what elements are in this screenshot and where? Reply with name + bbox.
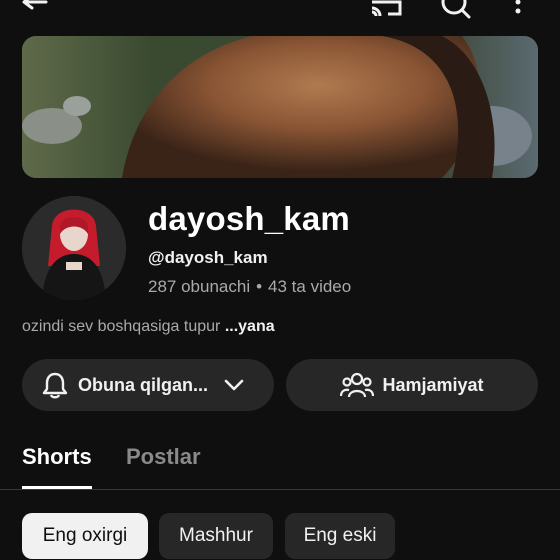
channel-stats: 287 obunachi • 43 ta video [148, 277, 351, 297]
channel-handle: @dayosh_kam [148, 248, 268, 267]
filter-chip-latest[interactable]: Eng oxirgi [22, 513, 148, 559]
back-arrow-icon[interactable] [20, 0, 48, 16]
filter-chip-oldest[interactable]: Eng eski [285, 513, 395, 559]
subscribed-button[interactable]: Obuna qilgan... [22, 359, 274, 411]
search-icon[interactable] [438, 0, 474, 20]
filter-chip-popular[interactable]: Mashhur [159, 513, 273, 559]
video-count: 43 ta video [268, 277, 352, 296]
community-button-label: Hamjamiyat [382, 374, 484, 395]
tab-postlar[interactable]: Postlar [126, 444, 201, 470]
top-app-bar [0, 0, 560, 26]
chevron-down-icon [224, 379, 244, 391]
stats-separator: • [256, 277, 263, 296]
more-vert-icon[interactable] [512, 0, 524, 16]
tab-shorts[interactable]: Shorts [22, 444, 92, 470]
channel-avatar[interactable] [22, 196, 126, 300]
selected-tab-indicator [22, 486, 92, 489]
people-icon [340, 372, 375, 398]
subscribed-button-label: Obuna qilgan... [78, 374, 208, 395]
bell-icon [42, 372, 68, 399]
description-more-link[interactable]: ...yana [225, 318, 275, 335]
channel-description[interactable]: ozindi sev boshqasiga tupur ...yana [22, 318, 275, 336]
subscriber-count: 287 obunachi [148, 277, 251, 296]
channel-banner [22, 36, 538, 178]
cast-icon[interactable] [368, 0, 404, 18]
channel-tabs: Shorts Postlar [0, 430, 560, 490]
community-button[interactable]: Hamjamiyat [286, 359, 538, 411]
channel-name: dayosh_kam [148, 200, 350, 237]
description-text: ozindi sev boshqasiga tupur [22, 318, 221, 335]
